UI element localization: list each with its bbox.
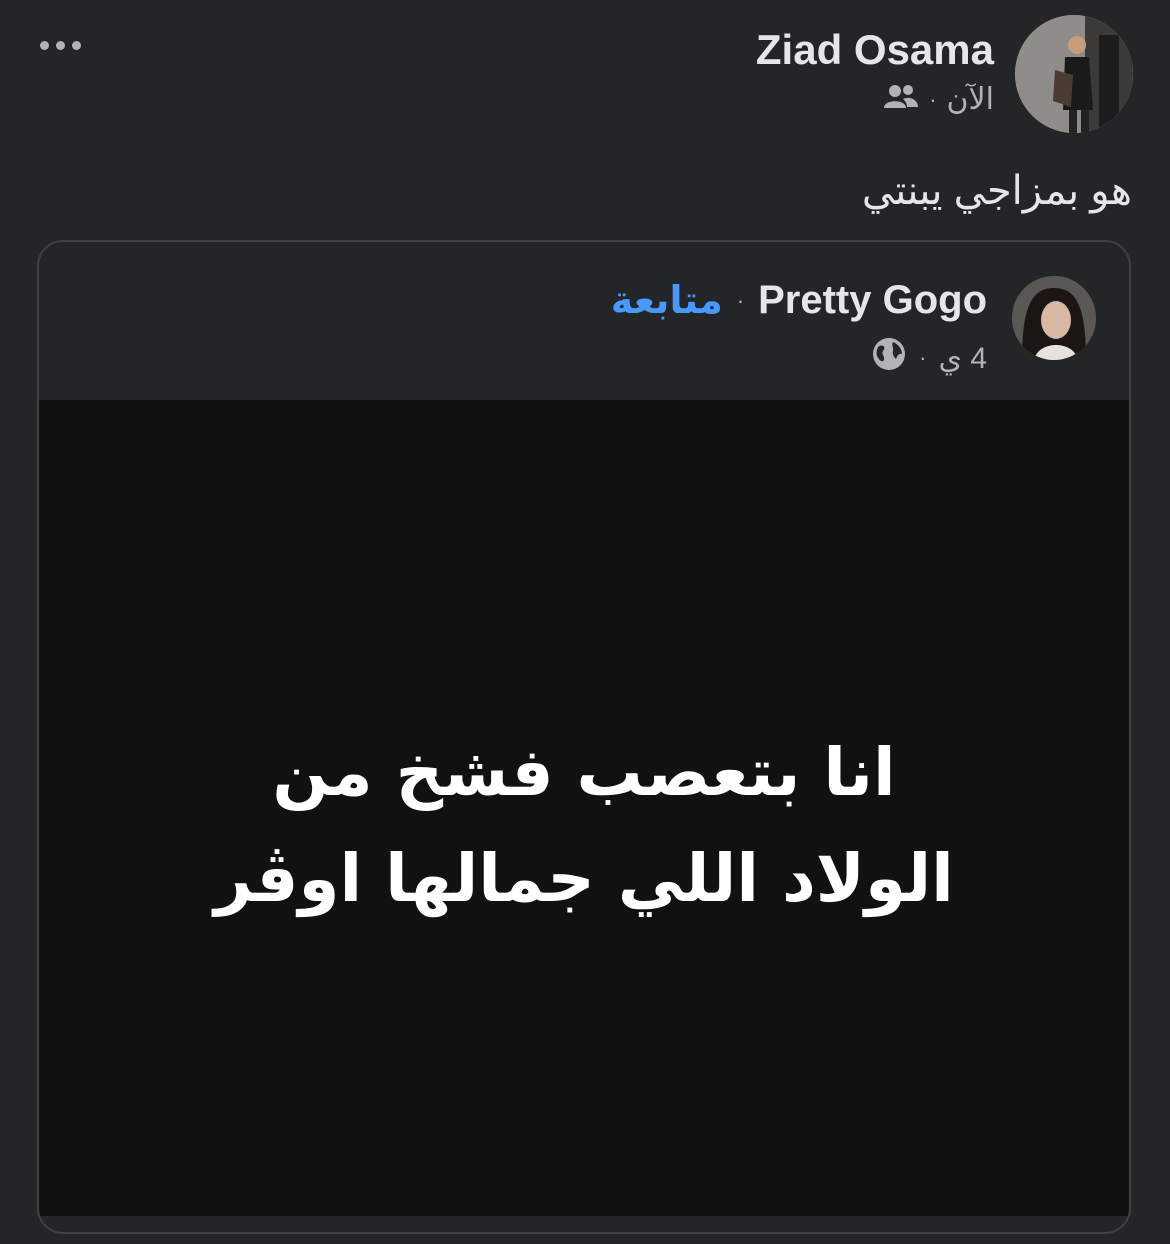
image-caption-line: الولاد اللي جمالها اوڤر — [214, 840, 954, 917]
image-caption-line: انا بتعصب فشخ من — [272, 734, 896, 811]
post-text: هو بمزاجي يبنتي — [861, 169, 1132, 213]
shared-post-image[interactable]: انا بتعصب فشخ من الولاد اللي جمالها اوڤر — [39, 400, 1129, 1216]
shared-post-meta: 4 ي · — [871, 336, 987, 380]
more-dot — [56, 40, 65, 50]
shared-post-card[interactable]: Pretty Gogo · متابعة 4 ي · انا بتعصب فشخ… — [37, 240, 1131, 1234]
more-dot — [72, 40, 81, 50]
post-timestamp[interactable]: الآن — [947, 82, 994, 117]
separator-dot: · — [919, 345, 927, 370]
shared-name-row: Pretty Gogo · متابعة — [611, 278, 987, 323]
follow-button[interactable]: متابعة — [611, 278, 723, 323]
post-meta: الآن · — [883, 82, 994, 117]
more-dot — [40, 40, 49, 50]
author-name[interactable]: Ziad Osama — [756, 26, 994, 74]
shared-post-header: Pretty Gogo · متابعة 4 ي · — [39, 242, 1129, 402]
separator-dot: · — [929, 86, 937, 112]
friends-icon — [883, 83, 919, 117]
shared-post-timestamp[interactable]: 4 ي — [938, 341, 987, 376]
shared-author-avatar[interactable] — [1012, 276, 1096, 360]
author-avatar[interactable] — [1015, 15, 1133, 133]
shared-author-name[interactable]: Pretty Gogo — [758, 278, 987, 323]
more-options-button[interactable] — [40, 30, 94, 60]
author-photo — [1015, 15, 1133, 133]
separator-dot: · — [736, 287, 745, 313]
image-caption: انا بتعصب فشخ من الولاد اللي جمالها اوڤر — [39, 720, 1129, 932]
globe-icon — [871, 336, 907, 380]
shared-author-photo — [1012, 276, 1096, 360]
